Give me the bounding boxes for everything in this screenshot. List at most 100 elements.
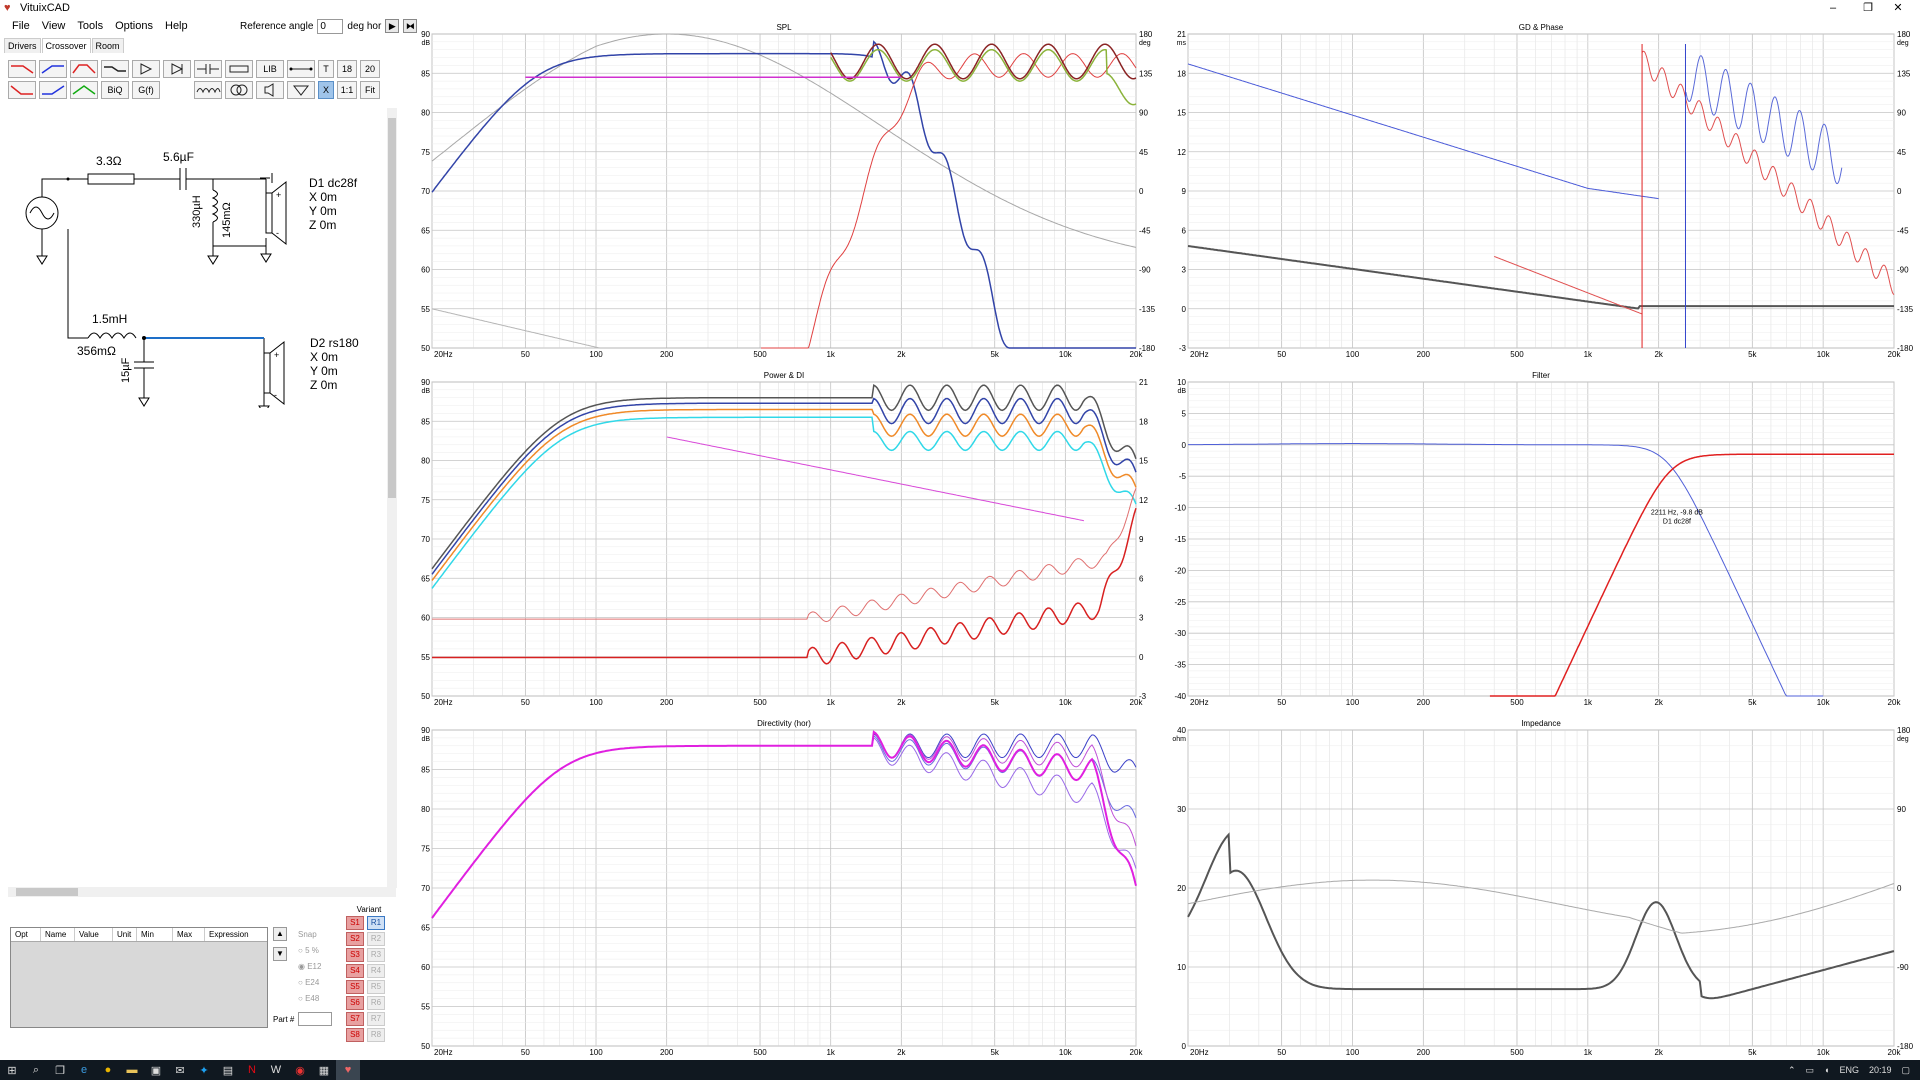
- inductor-value-label[interactable]: 330µH: [191, 195, 203, 228]
- explorer-icon[interactable]: ▬: [120, 1060, 144, 1080]
- snap-option-e48[interactable]: ○ E48: [298, 991, 321, 1007]
- resistor-icon[interactable]: [225, 60, 253, 78]
- edge-icon[interactable]: e: [72, 1060, 96, 1080]
- optimizer-table[interactable]: Opt Name Value Unit Min Max Expression: [10, 927, 268, 1028]
- biquad-button[interactable]: BiQ: [101, 81, 129, 99]
- chrome-icon[interactable]: ●: [96, 1060, 120, 1080]
- peak-green-icon[interactable]: [70, 81, 98, 99]
- mail-icon[interactable]: ✉: [168, 1060, 192, 1080]
- netflix-icon[interactable]: N: [240, 1060, 264, 1080]
- highpass-blue-icon[interactable]: [39, 60, 67, 78]
- variant-s5[interactable]: S5: [346, 980, 364, 994]
- t-button[interactable]: T: [318, 60, 334, 78]
- tray-chevron-icon[interactable]: ⌃: [1788, 1065, 1796, 1076]
- variant-s3[interactable]: S3: [346, 948, 364, 962]
- snap-option-5pct[interactable]: ○ 5 %: [298, 943, 321, 959]
- tab-drivers[interactable]: Drivers: [4, 38, 41, 53]
- zoom-1-1-button[interactable]: 1:1: [337, 81, 357, 99]
- schematic-vertical-scrollbar[interactable]: [387, 108, 397, 888]
- button-18[interactable]: 18: [337, 60, 357, 78]
- menu-file[interactable]: File: [12, 20, 30, 32]
- variant-s7[interactable]: S7: [346, 1012, 364, 1026]
- twitter-icon[interactable]: ✦: [192, 1060, 216, 1080]
- network-icon[interactable]: ▭: [1805, 1065, 1814, 1076]
- reference-angle-input[interactable]: [317, 18, 344, 34]
- store-icon[interactable]: ▣: [144, 1060, 168, 1080]
- variant-s8[interactable]: S8: [346, 1028, 364, 1042]
- filter-graph[interactable]: Filter1050-5-10-15-20-25-30-35-40dB20Hz 5…: [1174, 371, 1901, 707]
- allpass-icon[interactable]: [101, 60, 129, 78]
- search-icon[interactable]: ⌕: [24, 1060, 48, 1080]
- notification-icon[interactable]: ▢: [1901, 1065, 1910, 1076]
- fit-button[interactable]: Fit: [360, 81, 380, 99]
- vituixcad-taskbar-icon[interactable]: ♥: [336, 1060, 360, 1080]
- gd-graph[interactable]: GD & Phase 21 18 15 12 9 6 3 0 -3 ms 180 135 90 45 0 -45…: [1177, 23, 1914, 359]
- scroll-thumb[interactable]: [16, 888, 78, 896]
- language-indicator[interactable]: ENG: [1839, 1065, 1859, 1075]
- tab-room[interactable]: Room: [91, 38, 124, 53]
- clock[interactable]: 20:19: [1869, 1065, 1892, 1075]
- buffer-icon[interactable]: [132, 60, 160, 78]
- driver-d1-info[interactable]: D1 dc28f X 0m Y 0m Z 0m: [309, 176, 357, 232]
- close-button[interactable]: ✕: [1875, 0, 1920, 16]
- mirror-right-icon[interactable]: ⧓: [403, 19, 418, 33]
- speaker-icon[interactable]: [256, 81, 284, 99]
- inductor-icon[interactable]: [194, 81, 222, 99]
- move-down-icon[interactable]: ▼: [273, 947, 287, 961]
- menu-options[interactable]: Options: [115, 20, 153, 32]
- variant-s2[interactable]: S2: [346, 932, 364, 946]
- app-icon-2[interactable]: ▦: [312, 1060, 336, 1080]
- schematic-horizontal-scrollbar[interactable]: [8, 887, 396, 897]
- x-button[interactable]: X: [318, 81, 334, 99]
- capacitor-icon[interactable]: [194, 60, 222, 78]
- wiki-icon[interactable]: W: [264, 1060, 288, 1080]
- task-view-icon[interactable]: ❐: [48, 1060, 72, 1080]
- start-icon[interactable]: ⊞: [0, 1060, 24, 1080]
- lowpass-red-icon[interactable]: [8, 60, 36, 78]
- variant-r5[interactable]: R5: [367, 980, 385, 994]
- volume-icon[interactable]: ◖: [1824, 1065, 1829, 1075]
- variant-r6[interactable]: R6: [367, 996, 385, 1010]
- amp-icon[interactable]: [163, 60, 191, 78]
- scroll-thumb[interactable]: [388, 118, 396, 498]
- variant-s4[interactable]: S4: [346, 964, 364, 978]
- snap-option-e12[interactable]: ◉ E12: [298, 959, 321, 975]
- snap-option-e24[interactable]: ○ E24: [298, 975, 321, 991]
- driver-d2-info[interactable]: D2 rs180 X 0m Y 0m Z 0m: [310, 336, 359, 392]
- capacitor-value-label[interactable]: 5.6µF: [163, 150, 194, 164]
- part-number-input[interactable]: [298, 1012, 333, 1026]
- resistor-value-label[interactable]: 3.3Ω: [96, 154, 122, 168]
- variant-r4[interactable]: R4: [367, 964, 385, 978]
- menu-help[interactable]: Help: [165, 20, 188, 32]
- variant-s1[interactable]: S1: [346, 916, 364, 930]
- capacitor2-value-label[interactable]: 15µF: [120, 358, 132, 383]
- bandpass-red-icon[interactable]: [70, 60, 98, 78]
- impedance-graph[interactable]: Impedance403020100ohm180900-90-180deg20H…: [1172, 719, 1913, 1057]
- variant-r7[interactable]: R7: [367, 1012, 385, 1026]
- power-graph[interactable]: Power & DI908580757065605550dB2118151296…: [421, 371, 1148, 707]
- calendar-icon[interactable]: ▤: [216, 1060, 240, 1080]
- record-icon[interactable]: ◉: [288, 1060, 312, 1080]
- button-20[interactable]: 20: [360, 60, 380, 78]
- tab-crossover[interactable]: Crossover: [41, 38, 91, 53]
- variant-r3[interactable]: R3: [367, 948, 385, 962]
- variant-r2[interactable]: R2: [367, 932, 385, 946]
- directivity-graph[interactable]: Directivity (hor) 90 85 80 75 70 65 60 55 50 dB 20H…: [421, 719, 1143, 1057]
- wire-icon[interactable]: [287, 60, 315, 78]
- ground-icon[interactable]: [287, 81, 315, 99]
- shelf-blue-icon[interactable]: [39, 81, 67, 99]
- menu-tools[interactable]: Tools: [77, 20, 103, 32]
- mirror-left-icon[interactable]: ▶: [385, 19, 400, 33]
- lib-button[interactable]: LIB: [256, 60, 284, 78]
- inductor2-value-label[interactable]: 1.5mH: [92, 312, 127, 326]
- move-up-icon[interactable]: ▲: [273, 927, 287, 941]
- gf-button[interactable]: G(f): [132, 81, 160, 99]
- spl-graph[interactable]: SPL 90 85 80 75 70 65 60 55 50 dB 180 135 90 45 0 -45 -90…: [421, 23, 1155, 359]
- transformer-icon[interactable]: [225, 81, 253, 99]
- shelf-red-icon[interactable]: [8, 81, 36, 99]
- variant-s6[interactable]: S6: [346, 996, 364, 1010]
- schematic-canvas[interactable]: + - + - 3.3Ω 5.6µF 330µH 145mΩ D1 dc28f …: [8, 108, 388, 898]
- menu-view[interactable]: View: [42, 20, 66, 32]
- variant-r1[interactable]: R1: [367, 916, 385, 930]
- variant-r8[interactable]: R8: [367, 1028, 385, 1042]
